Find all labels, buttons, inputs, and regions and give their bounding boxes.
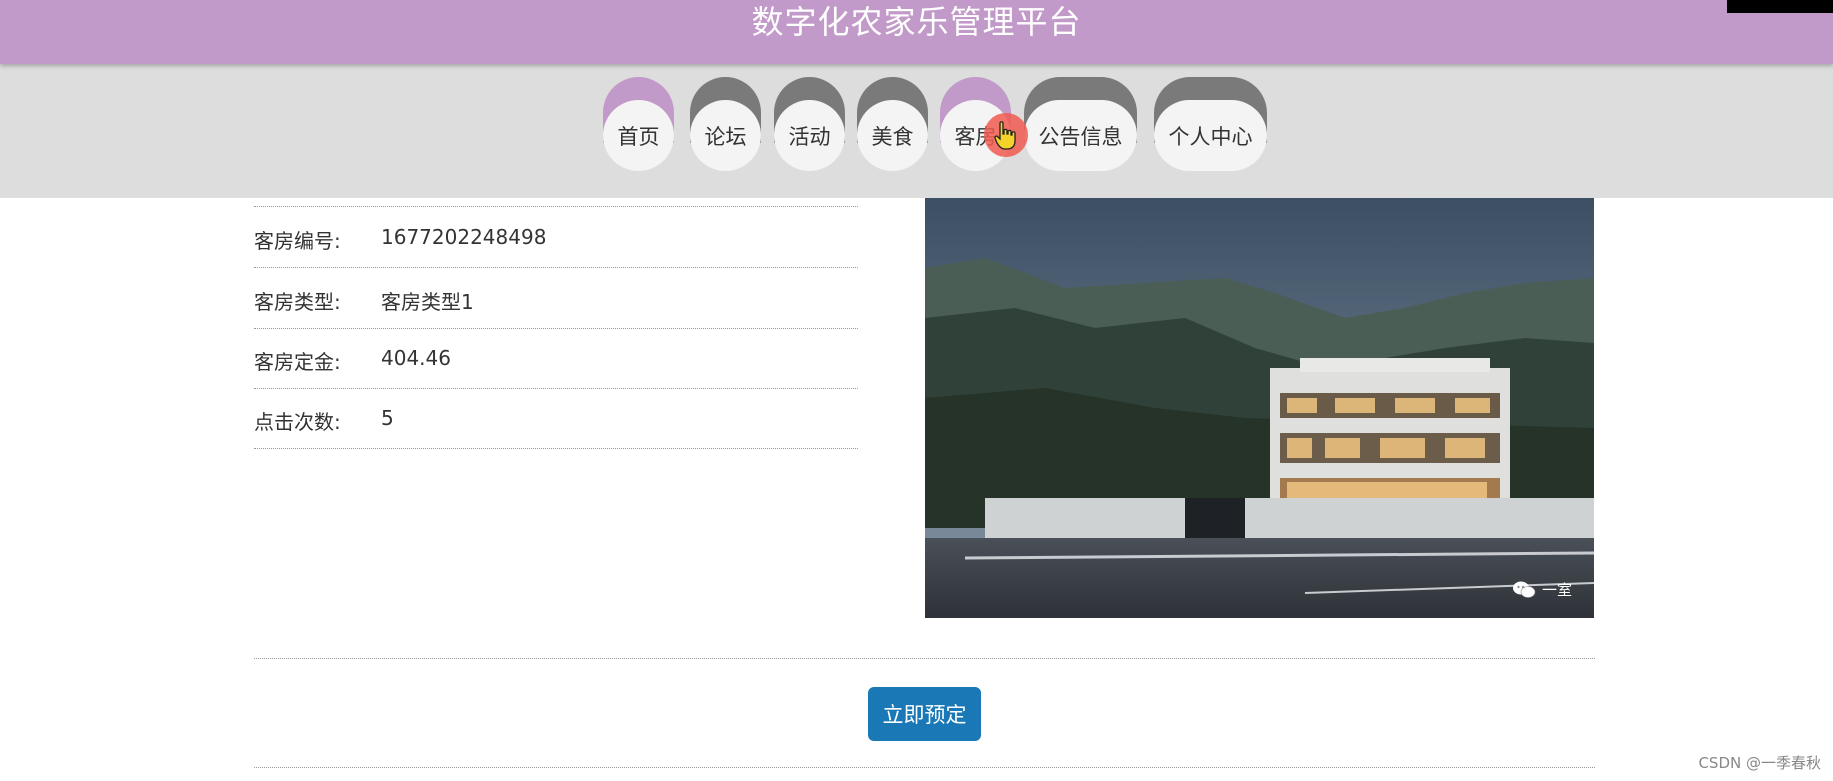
room-photo: 一室 (925, 198, 1594, 618)
nav-label: 美食 (857, 100, 928, 171)
image-watermark-text: 一室 (1541, 581, 1572, 599)
detail-label: 点击次数: (254, 410, 341, 434)
wechat-icon (1512, 581, 1536, 598)
site-header: 数字化农家乐管理平台 (0, 0, 1833, 64)
csdn-watermark: CSDN @一季春秋 (1698, 754, 1821, 772)
nav-food[interactable]: 美食 (857, 77, 928, 171)
actions-bottom-divider (254, 767, 1595, 768)
mouse-cursor (984, 113, 1028, 157)
nav-activity[interactable]: 活动 (774, 77, 845, 171)
hand-pointer-icon (994, 121, 1016, 150)
nav-forum[interactable]: 论坛 (690, 77, 761, 171)
detail-label: 客房定金: (254, 350, 341, 374)
nav-home[interactable]: 首页 (603, 77, 674, 171)
nav-label: 首页 (603, 100, 674, 171)
image-watermark: 一室 (1512, 579, 1572, 600)
nav-profile[interactable]: 个人中心 (1154, 77, 1267, 171)
actions-top-divider (254, 658, 1595, 659)
detail-row-deposit: 客房定金: 404.46 (254, 328, 858, 389)
detail-row-clicks: 点击次数: 5 (254, 388, 858, 449)
detail-row-room-number: 客房编号: 1677202248498 (254, 207, 858, 268)
detail-value: 5 (381, 406, 394, 430)
nav-label: 论坛 (690, 100, 761, 171)
site-title: 数字化农家乐管理平台 (751, 3, 1082, 41)
detail-label: 客房类型: (254, 290, 341, 314)
detail-value: 1677202248498 (381, 225, 547, 249)
book-now-button[interactable]: 立即预定 (868, 687, 981, 741)
detail-value: 客房类型1 (381, 290, 474, 314)
room-photo-image (925, 198, 1594, 618)
nav-label: 个人中心 (1154, 100, 1267, 171)
nav-bar: 首页 论坛 活动 美食 客房 公告信息 个人中心 (0, 64, 1833, 198)
nav-announcements[interactable]: 公告信息 (1024, 77, 1137, 171)
detail-label: 客房编号: (254, 229, 341, 253)
nav-label: 公告信息 (1024, 100, 1137, 171)
detail-value: 404.46 (381, 346, 451, 370)
black-corner-block (1727, 0, 1833, 13)
detail-row-room-type: 客房类型: 客房类型1 (254, 268, 858, 329)
nav-label: 活动 (774, 100, 845, 171)
